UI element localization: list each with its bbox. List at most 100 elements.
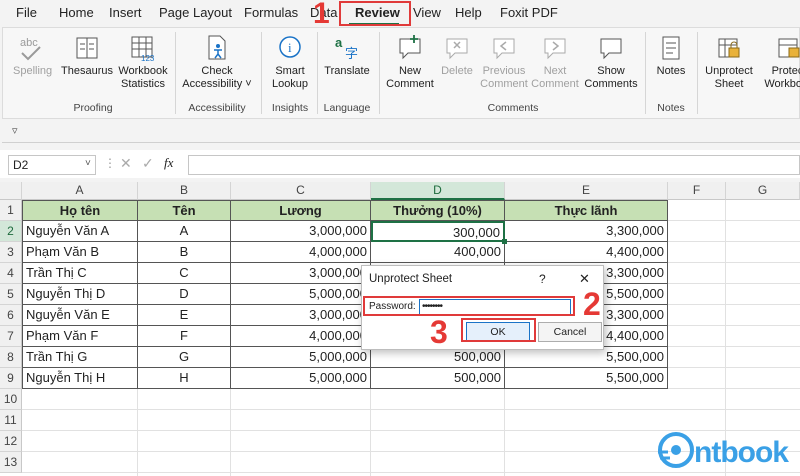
table-cell[interactable]: Nguyễn Văn A	[22, 221, 138, 242]
row-header-10[interactable]: 10	[0, 389, 22, 410]
menu-insert[interactable]: Insert	[109, 5, 142, 20]
menu-foxit-pdf[interactable]: Foxit PDF	[500, 5, 558, 20]
menu-formulas[interactable]: Formulas	[244, 5, 298, 20]
table-cell[interactable]: 4,400,000	[505, 242, 668, 263]
table-cell[interactable]: 3,300,000	[505, 221, 668, 242]
unprotect-sheet-button[interactable]: Unprotect Sheet	[701, 33, 757, 91]
ribbon-options-bar: ▿	[2, 120, 800, 143]
formula-input[interactable]	[188, 155, 800, 175]
table-cell[interactable]: 500,000	[371, 347, 505, 368]
menu-file[interactable]: File	[16, 5, 37, 20]
menu-help[interactable]: Help	[455, 5, 482, 20]
menu-home[interactable]: Home	[59, 5, 94, 20]
table-cell[interactable]: Phạm Văn F	[22, 326, 138, 347]
table-cell[interactable]: 5,500,000	[505, 368, 668, 389]
delete-comment-label: Delete	[441, 65, 473, 77]
row-header-6[interactable]: 6	[0, 305, 22, 326]
table-cell[interactable]: 3,000,000	[231, 263, 371, 284]
row-header-2[interactable]: 2	[0, 221, 22, 242]
table-cell[interactable]: Trần Thị C	[22, 263, 138, 284]
table-cell[interactable]: Nguyễn Văn E	[22, 305, 138, 326]
dialog-help-icon[interactable]: ?	[539, 272, 546, 286]
name-box[interactable]: D2 ˅	[8, 155, 96, 175]
table-cell[interactable]: 5,500,000	[505, 347, 668, 368]
active-cell-d2[interactable]: 300,000	[371, 221, 505, 242]
table-cell[interactable]: 500,000	[371, 368, 505, 389]
more-options-icon: ⋮	[104, 156, 116, 170]
show-comments-button[interactable]: Show Comments	[581, 33, 641, 91]
select-all-corner[interactable]	[0, 182, 22, 200]
column-header-e[interactable]: E	[505, 182, 668, 200]
protect-workbook-button[interactable]: Protect Workbook	[761, 33, 800, 91]
next-comment-button[interactable]: Next Comment	[531, 33, 579, 91]
table-cell[interactable]: 3,000,000	[231, 221, 371, 242]
table-header-cell[interactable]: Tên	[138, 200, 231, 221]
protect-workbook-label: Protect Workbook	[764, 65, 800, 90]
step-3-marker: 3	[430, 314, 448, 350]
row-header-9[interactable]: 9	[0, 368, 22, 389]
menu-page-layout[interactable]: Page Layout	[159, 5, 232, 20]
menu-view[interactable]: View	[413, 5, 441, 20]
row-header-12[interactable]: 12	[0, 431, 22, 452]
cancel-entry-icon[interactable]: ✕	[120, 155, 132, 172]
table-cell[interactable]: 3,000,000	[231, 305, 371, 326]
table-cell[interactable]: Nguyễn Thị D	[22, 284, 138, 305]
ribbon-expand-icon[interactable]: ▿	[12, 124, 18, 137]
smart-lookup-button[interactable]: i Smart Lookup	[265, 33, 315, 91]
table-header-cell[interactable]: Thưởng (10%)	[371, 200, 505, 221]
group-divider	[379, 32, 380, 114]
insert-function-icon[interactable]: fx	[164, 155, 173, 171]
name-box-dropdown-icon[interactable]: ˅	[85, 158, 91, 169]
table-cell[interactable]: F	[138, 326, 231, 347]
thesaurus-button[interactable]: Thesaurus	[61, 33, 113, 78]
dialog-close-icon[interactable]: ✕	[579, 271, 590, 287]
workbook-statistics-button[interactable]: 123 Workbook Statistics	[115, 33, 171, 91]
row-header-13[interactable]: 13	[0, 452, 22, 473]
table-cell[interactable]: 4,000,000	[231, 326, 371, 347]
column-header-b[interactable]: B	[138, 182, 231, 200]
column-header-a[interactable]: A	[22, 182, 138, 200]
table-cell[interactable]: Phạm Văn B	[22, 242, 138, 263]
new-comment-button[interactable]: New Comment	[385, 33, 435, 91]
svg-text:123: 123	[141, 54, 155, 63]
row-header-7[interactable]: 7	[0, 326, 22, 347]
table-cell[interactable]: 5,000,000	[231, 284, 371, 305]
dialog-title: Unprotect Sheet	[369, 273, 453, 285]
column-header-g[interactable]: G	[726, 182, 800, 200]
row-header-3[interactable]: 3	[0, 242, 22, 263]
table-cell[interactable]: E	[138, 305, 231, 326]
delete-comment-button[interactable]: Delete	[437, 33, 477, 78]
row-header-1[interactable]: 1	[0, 200, 22, 221]
table-cell[interactable]: A	[138, 221, 231, 242]
table-cell[interactable]: 5,000,000	[231, 347, 371, 368]
svg-text:字: 字	[345, 47, 358, 62]
column-header-f[interactable]: F	[668, 182, 726, 200]
column-header-c[interactable]: C	[231, 182, 371, 200]
table-cell[interactable]: 4,000,000	[231, 242, 371, 263]
table-header-cell[interactable]: Họ tên	[22, 200, 138, 221]
table-header-cell[interactable]: Thực lãnh	[505, 200, 668, 221]
table-cell[interactable]: B	[138, 242, 231, 263]
fill-handle[interactable]	[502, 239, 507, 244]
table-cell[interactable]: Trần Thị G	[22, 347, 138, 368]
row-header-11[interactable]: 11	[0, 410, 22, 431]
confirm-entry-icon[interactable]: ✓	[142, 155, 154, 172]
table-cell[interactable]: 5,000,000	[231, 368, 371, 389]
table-cell[interactable]: H	[138, 368, 231, 389]
table-cell[interactable]: Nguyễn Thị H	[22, 368, 138, 389]
row-header-8[interactable]: 8	[0, 347, 22, 368]
notes-button[interactable]: Notes	[649, 33, 693, 78]
column-header-d[interactable]: D	[371, 182, 505, 200]
table-cell[interactable]: G	[138, 347, 231, 368]
translate-button[interactable]: a字 Translate	[321, 33, 373, 78]
table-cell[interactable]: D	[138, 284, 231, 305]
table-header-cell[interactable]: Lương	[231, 200, 371, 221]
check-accessibility-button[interactable]: Check Accessibility ˅	[181, 33, 253, 91]
cancel-button[interactable]: Cancel	[538, 322, 602, 342]
row-header-4[interactable]: 4	[0, 263, 22, 284]
spelling-button[interactable]: abc Spelling	[13, 33, 52, 78]
table-cell[interactable]: 400,000	[371, 242, 505, 263]
row-header-5[interactable]: 5	[0, 284, 22, 305]
table-cell[interactable]: C	[138, 263, 231, 284]
previous-comment-button[interactable]: Previous Comment	[479, 33, 529, 91]
